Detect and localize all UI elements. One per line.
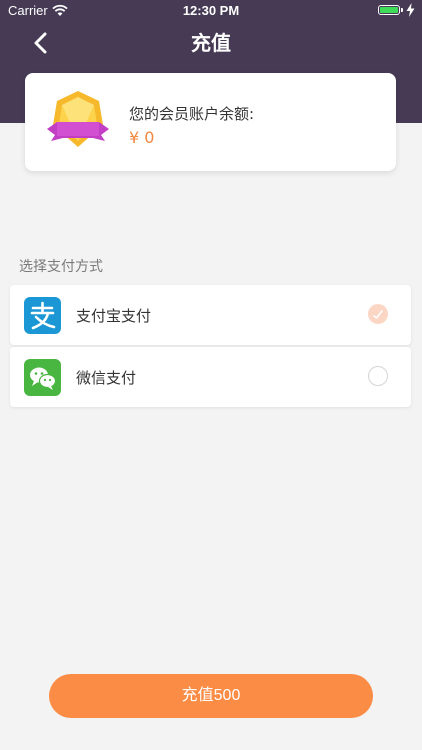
battery-level xyxy=(380,7,398,13)
balance-card: 您的会员账户余额: ¥ 0 xyxy=(25,73,396,171)
charging-bolt-icon xyxy=(406,3,415,17)
vip-badge-icon xyxy=(47,91,109,147)
balance-label: 您的会员账户余额: xyxy=(129,105,255,123)
page-title: 充值 xyxy=(191,31,231,55)
battery-icon xyxy=(378,5,400,15)
wechat-icon xyxy=(24,359,61,396)
payment-method-label: 选择支付方式 xyxy=(19,259,103,275)
status-bar: Carrier 12:30 PM xyxy=(0,0,422,22)
alipay-radio-checked[interactable] xyxy=(368,304,388,324)
recharge-button[interactable]: 充值500 xyxy=(49,674,373,718)
wechat-radio-unchecked[interactable] xyxy=(368,366,388,386)
status-time: 12:30 PM xyxy=(182,3,240,18)
battery-cap xyxy=(401,8,403,12)
alipay-icon xyxy=(24,297,61,334)
balance-amount: ¥ 0 xyxy=(129,128,155,147)
alipay-label: 支付宝支付 xyxy=(76,307,152,325)
wechat-label: 微信支付 xyxy=(76,369,137,387)
payment-option-alipay[interactable]: 支付宝支付 xyxy=(10,285,411,345)
payment-option-wechat[interactable]: 微信支付 xyxy=(10,347,411,407)
